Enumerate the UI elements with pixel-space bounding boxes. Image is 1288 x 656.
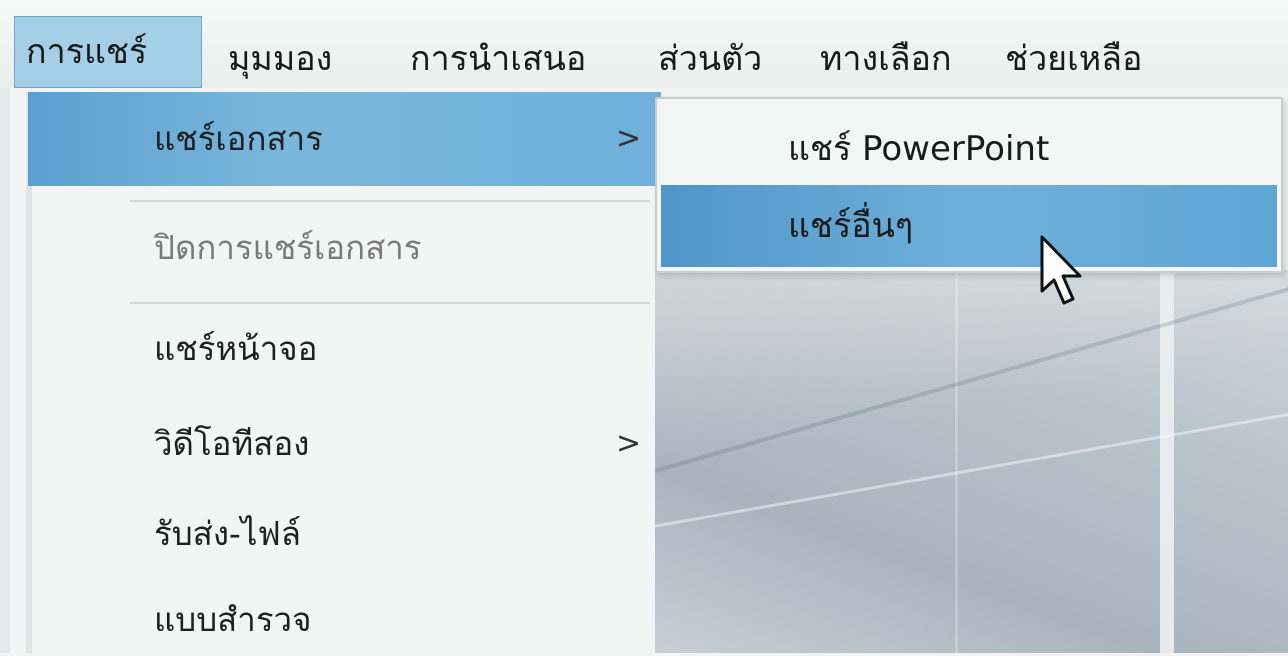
menu-presentation[interactable]: การนำเสนอ (410, 0, 586, 88)
window-frame-line (955, 270, 958, 653)
menu-personal[interactable]: ส่วนตัว (658, 0, 762, 88)
share-other-label: แชร์อื่นๆ (788, 206, 914, 246)
submenu-item-share-powerpoint[interactable]: แชร์ PowerPoint (661, 103, 1277, 189)
chevron-right-icon: > (616, 426, 642, 461)
menu-item-share-document[interactable]: แชร์เอกสาร > (28, 92, 661, 186)
background-line (655, 283, 1288, 481)
menu-help-label: ช่วยเหลือ (1005, 39, 1143, 79)
background-window (655, 270, 1288, 653)
menu-item-share-screen[interactable]: แชร์หน้าจอ (28, 316, 661, 382)
share-document-label: แชร์เอกสาร (154, 119, 323, 158)
arrow-cursor-icon (1038, 235, 1088, 307)
second-video-label: วิดีโอทีสอง (154, 424, 310, 463)
menu-help[interactable]: ช่วยเหลือ (1005, 0, 1142, 88)
share-screen-label: แชร์หน้าจอ (154, 329, 318, 368)
menu-separator (130, 200, 650, 202)
background-reflection (655, 409, 1288, 534)
share-document-submenu: แชร์ PowerPoint แชร์อื่นๆ (655, 97, 1283, 273)
menu-options-label: ทางเลือก (820, 39, 952, 79)
menu-personal-label: ส่วนตัว (658, 39, 763, 79)
share-powerpoint-label: แชร์ PowerPoint (788, 129, 1050, 169)
menu-separator (130, 302, 650, 304)
menu-item-poll[interactable]: แบบสำรวจ (28, 584, 661, 656)
menu-item-second-video[interactable]: วิดีโอทีสอง > (28, 408, 661, 480)
menu-bar: การแชร์ มุมมอง การนำเสนอ ส่วนตัว ทางเลือ… (0, 0, 1288, 88)
menu-sharing-label: การแชร์ (26, 32, 148, 72)
stop-sharing-document-label: ปิดการแชร์เอกสาร (154, 228, 422, 267)
menu-view[interactable]: มุมมอง (228, 0, 332, 88)
menu-presentation-label: การนำเสนอ (410, 39, 587, 79)
chevron-right-icon: > (616, 121, 642, 156)
menu-sharing[interactable]: การแชร์ (14, 16, 202, 88)
poll-label: แบบสำรวจ (154, 600, 312, 639)
file-transfer-label: รับส่ง-ไฟล์ (154, 514, 302, 553)
menu-item-file-transfer[interactable]: รับส่ง-ไฟล์ (28, 498, 661, 570)
menu-view-label: มุมมอง (228, 39, 333, 79)
sharing-dropdown-menu: แชร์เอกสาร > ปิดการแชร์เอกสาร แชร์หน้าจอ… (0, 88, 661, 653)
menu-item-stop-sharing-document: ปิดการแชร์เอกสาร (28, 206, 661, 290)
menu-options[interactable]: ทางเลือก (820, 0, 952, 88)
submenu-item-share-other[interactable]: แชร์อื่นๆ (661, 185, 1277, 267)
